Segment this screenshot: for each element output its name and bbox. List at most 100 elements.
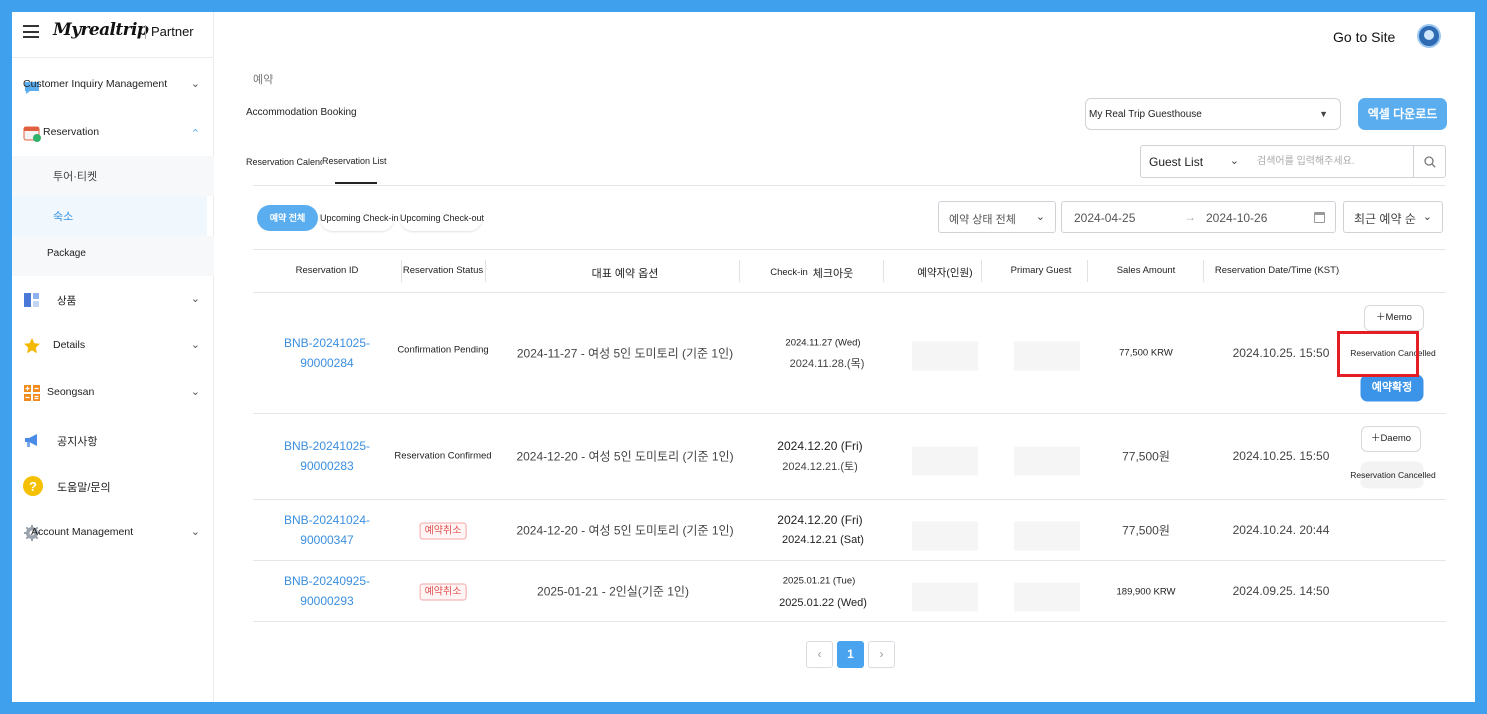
checkin-date: 2025.01.21 (Tue) — [782, 575, 856, 587]
excel-download-button[interactable]: 엑셀 다운로드 — [1358, 98, 1447, 130]
cancel-reservation-button[interactable]: Reservation Cancelled — [1350, 470, 1436, 480]
highlight-box — [1337, 331, 1419, 377]
status-filter-select[interactable]: 예약 상태 전체 ⌄ — [938, 201, 1056, 233]
reservation-datetime: 2024.10.25. 15:50 — [1232, 346, 1330, 360]
chevron-down-icon: ⌄ — [190, 339, 200, 351]
date-range-picker[interactable]: 2024-04-25 → 2024-10-26 — [1061, 201, 1336, 233]
sidebar-item-seongsan[interactable]: Seongsan ⌄ — [12, 370, 214, 416]
reservation-id-part: BNB-20240925- — [283, 574, 371, 588]
pagination-next-button[interactable]: › — [868, 641, 895, 668]
sidebar: Myrealtrip Partner Customer Inquiry Mana… — [12, 12, 214, 702]
search-button[interactable] — [1413, 145, 1446, 178]
sidebar-item-help[interactable]: ? 도움말/문의 — [12, 463, 214, 509]
table-row[interactable]: BNB-20240925- 90000293 예약취소 2025-01-21 -… — [253, 561, 1446, 622]
reservation-id-link[interactable]: BNB-20241024- 90000347 — [284, 510, 370, 550]
sort-select[interactable]: 최근 예약 순 ⌄ — [1343, 201, 1443, 233]
column-divider — [1203, 260, 1204, 282]
column-divider — [739, 260, 740, 282]
search-icon — [1424, 156, 1436, 168]
filter-pill-upcoming-checkout[interactable]: Upcoming Check-out — [400, 205, 484, 231]
column-divider — [1087, 260, 1088, 282]
pagination-prev-button[interactable]: ‹ — [806, 641, 833, 668]
memo-button[interactable]: ＋Daemo — [1361, 426, 1421, 452]
sidebar-item-label: Account Management — [31, 526, 134, 538]
logo-divider — [145, 25, 146, 39]
search-input[interactable] — [1247, 145, 1414, 178]
grid-icon — [24, 293, 39, 307]
masked-guest — [1014, 341, 1080, 371]
masked-guest — [1014, 521, 1080, 551]
column-header: Reservation Status — [402, 265, 484, 276]
sidebar-item-details[interactable]: Details ⌄ — [12, 323, 214, 369]
filter-pill-upcoming-checkin[interactable]: Upcoming Check-in — [320, 205, 399, 231]
table-row[interactable]: BNB-20241025- 90000283 Reservation Confi… — [253, 414, 1446, 500]
option-text: 2024-12-20 - 여성 5인 도미토리 (기준 1인) — [516, 449, 734, 464]
masked-booker — [912, 341, 978, 371]
memo-button[interactable]: ＋Memo — [1364, 305, 1424, 331]
sidebar-item-customer-inquiry[interactable]: Customer Inquiry Management ⌄ — [12, 62, 214, 108]
sort-value: 최근 예약 순 — [1354, 212, 1416, 226]
breadcrumb: 예약 — [253, 74, 274, 86]
column-header: 예약자(인원) — [917, 267, 973, 279]
column-header: Primary Guest — [1010, 265, 1072, 276]
caret-down-icon: ▼ — [1319, 109, 1328, 119]
sidebar-item-reservation[interactable]: Reservation ⌃ — [12, 110, 214, 156]
partner-label: Partner — [151, 24, 194, 39]
pagination-page-button[interactable]: 1 — [837, 641, 864, 668]
reservation-id-part: 90000284 — [300, 356, 354, 370]
sidebar-item-label: Details — [53, 339, 86, 351]
masked-booker — [912, 582, 978, 612]
tab-reservation-calendar[interactable]: Reservation Calendar — [246, 157, 333, 167]
table-row[interactable]: BNB-20241025- 90000284 Confirmation Pend… — [253, 293, 1446, 414]
sidebar-subitem-label: 투어·티켓 — [53, 171, 98, 183]
search-type-select[interactable]: Guest List ⌄ — [1140, 145, 1248, 178]
sidebar-subitem-accommodation[interactable]: 숙소 — [12, 196, 207, 236]
reservation-table: Reservation ID Reservation Status 대표 예약 … — [253, 249, 1446, 622]
option-text: 2024-11-27 - 여성 5인 도미토리 (기준 1인) — [516, 346, 734, 361]
memo-button-label: Memo — [1385, 312, 1412, 323]
column-divider — [401, 260, 402, 282]
reservation-id-part: BNB-20241024- — [283, 513, 371, 527]
sidebar-subitem-package[interactable]: Package — [12, 236, 214, 276]
column-divider — [485, 260, 486, 282]
sidebar-item-label: 도움말/문의 — [57, 482, 111, 494]
sales-amount: 189,900 KRW — [1116, 586, 1176, 598]
reservation-id-part: BNB-20241025- — [283, 336, 371, 350]
sidebar-item-account[interactable]: Account Management ⌄ — [12, 510, 214, 556]
option-text: 2024-12-20 - 여성 5인 도미토리 (기준 1인) — [516, 523, 734, 538]
table-header: Reservation ID Reservation Status 대표 예약 … — [253, 249, 1446, 293]
masked-guest — [1014, 446, 1080, 476]
reservation-id-link[interactable]: BNB-20241025- 90000284 — [284, 333, 370, 373]
checkin-date: 2024.12.20 (Fri) — [777, 513, 863, 527]
sidebar-item-notices[interactable]: 공지사항 — [12, 417, 214, 463]
status-badge-label: 예약취소 — [419, 522, 467, 540]
reservation-id-link[interactable]: BNB-20240925- 90000293 — [284, 571, 370, 611]
filter-pill-all[interactable]: 예약 전체 — [257, 205, 318, 231]
status-badge-label: 예약취소 — [419, 583, 467, 601]
svg-text:?: ? — [29, 479, 37, 494]
chevron-down-icon: ⌄ — [1229, 155, 1239, 167]
arrow-right-icon: → — [1184, 210, 1196, 224]
confirm-reservation-button[interactable]: 예약확정 — [1360, 374, 1424, 402]
calendar-icon — [1314, 212, 1325, 223]
sidebar-subitem-tour-ticket[interactable]: 투어·티켓 — [12, 156, 214, 196]
megaphone-icon — [25, 434, 37, 447]
checkout-date: 2024.12.21 (Sat) — [782, 534, 864, 546]
chevron-down-icon: ⌄ — [1422, 211, 1432, 223]
property-select[interactable]: My Real Trip Guesthouse ▼ — [1085, 98, 1341, 130]
table-row[interactable]: BNB-20241024- 90000347 예약취소 2024-12-20 -… — [253, 500, 1446, 561]
sales-amount: 77,500 KRW — [1119, 347, 1173, 359]
logo[interactable]: Myrealtrip — [53, 20, 149, 40]
sidebar-item-label: 공지사항 — [57, 436, 98, 448]
reservation-id-part: BNB-20241025- — [283, 439, 371, 453]
status-text: Confirmation Pending — [397, 344, 489, 356]
menu-icon[interactable] — [23, 25, 39, 38]
sidebar-item-products[interactable]: 상품 ⌄ — [12, 277, 214, 323]
app-window: Myrealtrip Partner Customer Inquiry Mana… — [12, 12, 1475, 702]
go-to-site-link[interactable]: Go to Site — [1333, 29, 1395, 45]
status-badge: 예약취소 — [419, 583, 467, 601]
tab-reservation-list[interactable]: Reservation List — [322, 142, 387, 184]
reservation-id-link[interactable]: BNB-20241025- 90000283 — [284, 436, 370, 476]
avatar[interactable] — [1417, 24, 1441, 48]
sidebar-item-label: Seongsan — [47, 386, 95, 398]
